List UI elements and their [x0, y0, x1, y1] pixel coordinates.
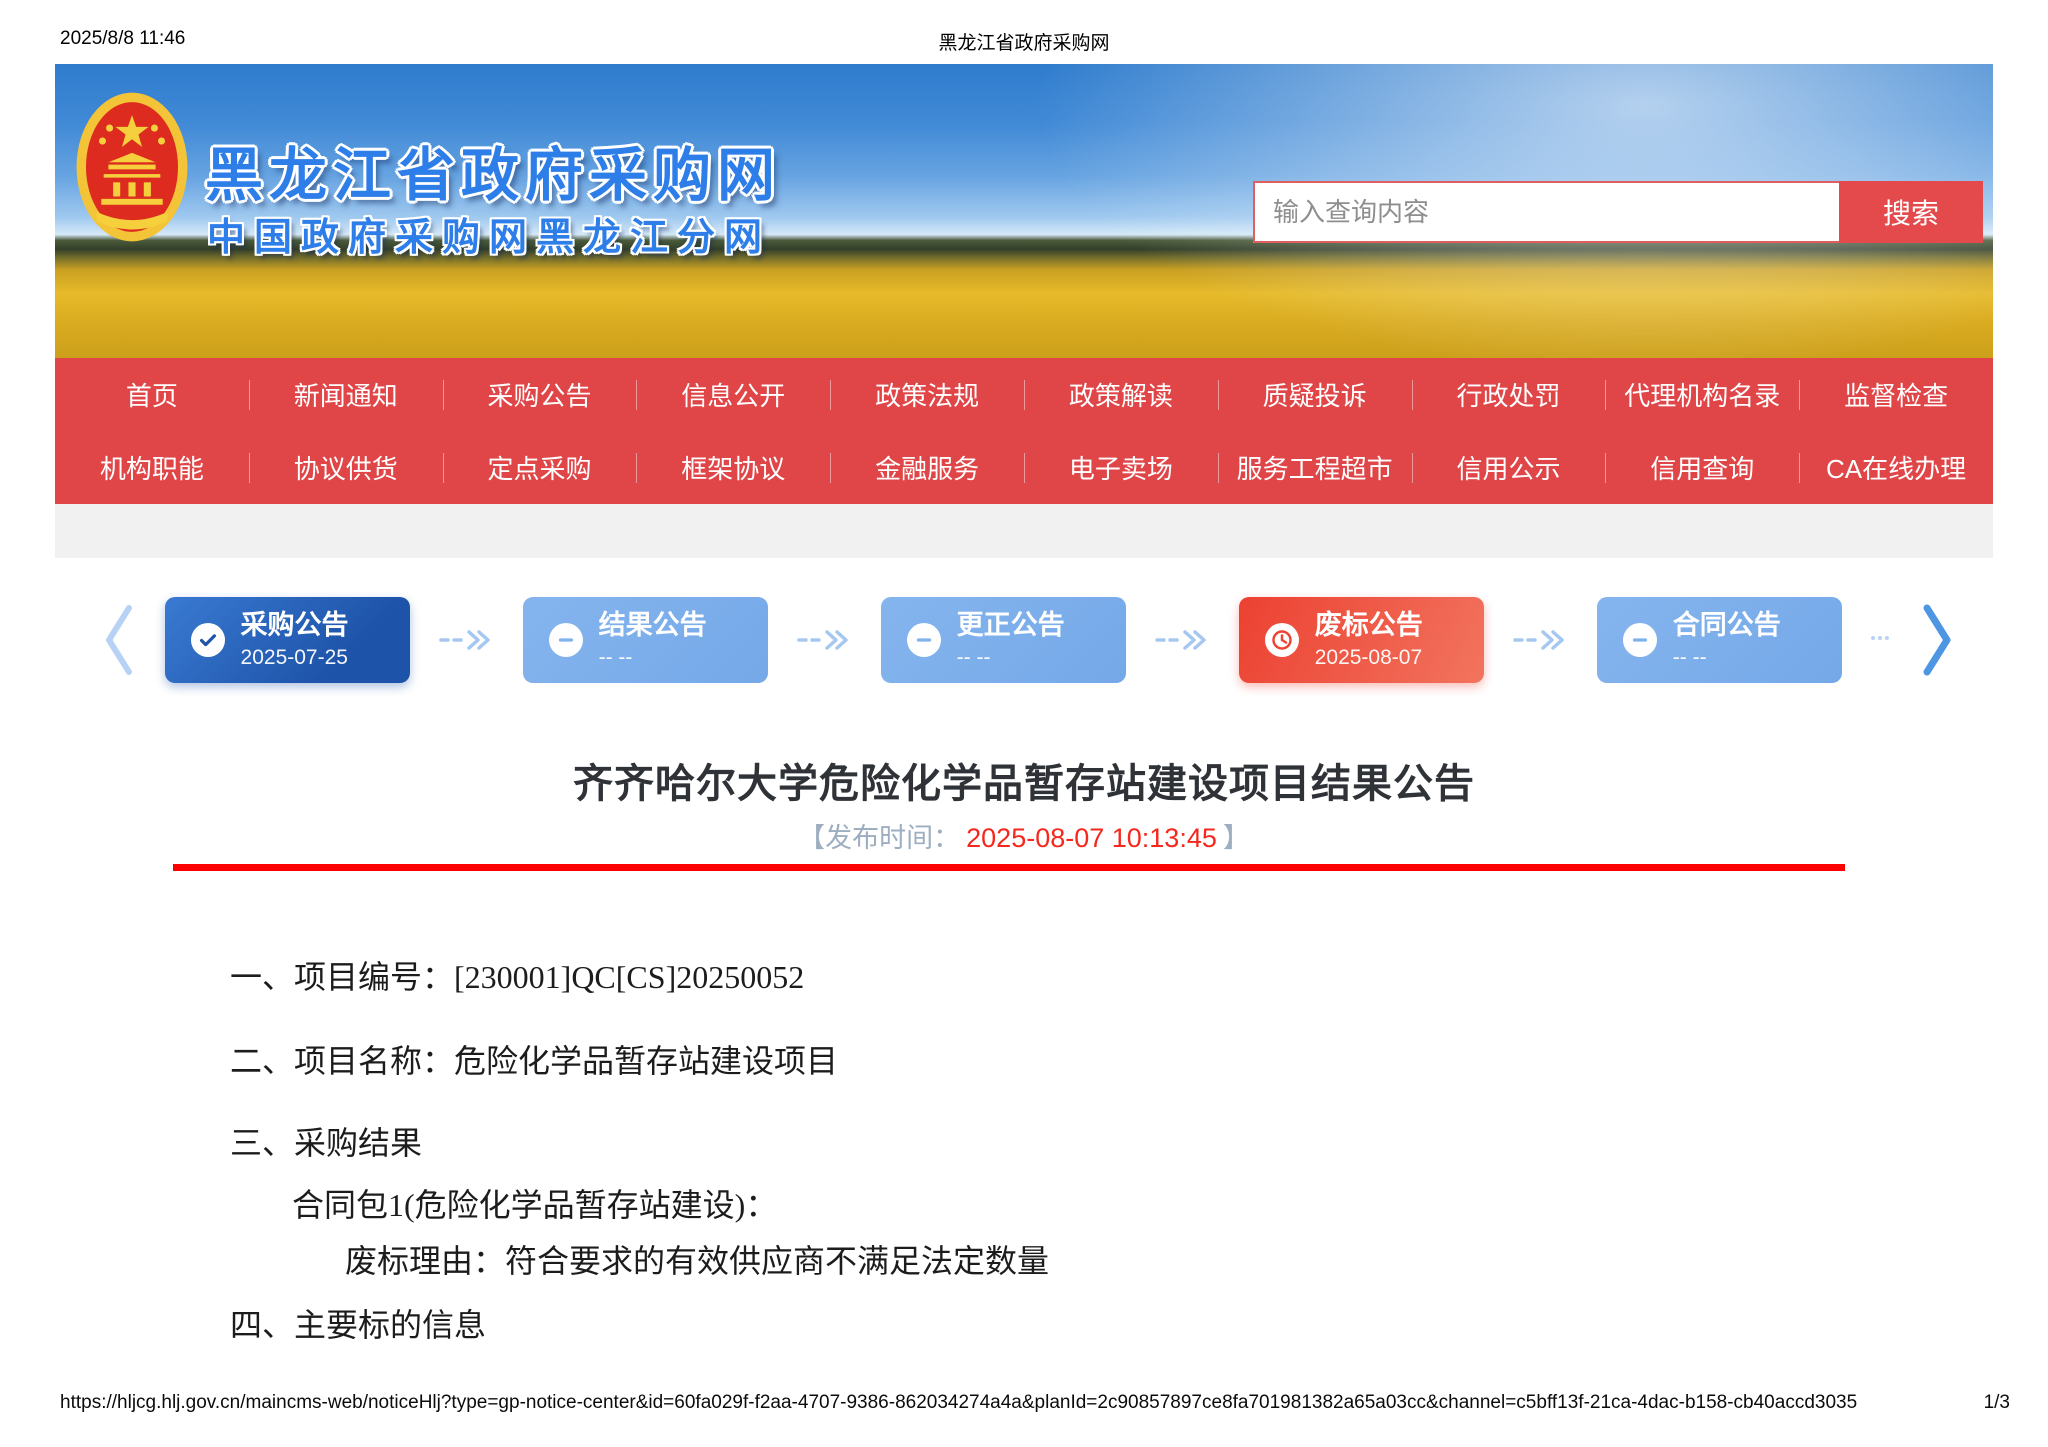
nav-item-credit-inquiry[interactable]: 信用查询: [1605, 449, 1799, 486]
nav-item-complaints[interactable]: 质疑投诉: [1218, 376, 1412, 413]
dashed-arrow-icon: [1155, 630, 1206, 650]
step-date: -- --: [598, 646, 633, 669]
nav-row-1: 首页 新闻通知 采购公告 信息公开 政策法规 政策解读 质疑投诉 行政处罚 代理…: [55, 358, 1993, 431]
national-emblem-icon: [76, 92, 188, 242]
article-line-contract-package: 合同包1(危险化学品暂存站建设)：: [292, 1187, 778, 1223]
nav-item-credit-publicity[interactable]: 信用公示: [1412, 449, 1606, 486]
page-indicator: 1/3: [1983, 1392, 2010, 1413]
dashed-arrow-icon: [439, 630, 490, 650]
nav-item-org-functions[interactable]: 机构职能: [55, 449, 249, 486]
step-date: 2025-08-07: [1314, 646, 1423, 669]
nav-item-info-disclosure[interactable]: 信息公开: [636, 376, 830, 413]
step-date: -- --: [1672, 646, 1707, 669]
red-divider: [173, 864, 1845, 871]
step-procurement-notice[interactable]: 采购公告 2025-07-25: [164, 597, 410, 683]
nav-item-ca-online[interactable]: CA在线办理: [1799, 449, 1993, 486]
article-line-project-name: 二、项目名称：危险化学品暂存站建设项目: [230, 1043, 839, 1079]
publish-label: 【发布时间：: [798, 823, 961, 853]
nav-item-procurement-notice[interactable]: 采购公告: [443, 376, 637, 413]
main-nav: 首页 新闻通知 采购公告 信息公开 政策法规 政策解读 质疑投诉 行政处罚 代理…: [55, 358, 1993, 504]
nav-item-policy-interpretation[interactable]: 政策解读: [1024, 376, 1218, 413]
next-arrow-button[interactable]: [1919, 602, 1953, 678]
check-circle-icon: [190, 623, 225, 657]
dash-icon: [1871, 636, 1890, 644]
nav-item-supervision[interactable]: 监督检查: [1799, 376, 1993, 413]
search-input[interactable]: [1253, 181, 1841, 243]
nav-item-framework-agreement[interactable]: 框架协议: [636, 449, 830, 486]
step-label: 结果公告: [598, 610, 707, 640]
step-date: 2025-07-25: [240, 646, 348, 669]
step-label: 合同公告: [1672, 610, 1781, 640]
print-page-title: 黑龙江省政府采购网: [938, 33, 1110, 54]
site-title: 黑龙江省政府采购网: [205, 143, 782, 208]
nav-item-e-marketplace[interactable]: 电子卖场: [1024, 449, 1218, 486]
site-subtitle: 中国政府采购网黑龙江分网: [207, 217, 772, 259]
print-header: 2025/8/8 11:46 黑龙江省政府采购网: [0, 28, 2048, 58]
nav-item-designated-procurement[interactable]: 定点采购: [443, 449, 637, 486]
nav-item-policy-laws[interactable]: 政策法规: [830, 376, 1024, 413]
header-banner: 黑龙江省政府采购网 中国政府采购网黑龙江分网 搜索: [55, 64, 1993, 358]
step-label: 更正公告: [956, 610, 1065, 640]
article-line-procurement-result: 三、采购结果: [230, 1125, 423, 1161]
article-line-project-number: 一、项目编号：[230001]QC[CS]20250052: [230, 959, 805, 995]
page: 2025/8/8 11:46 黑龙江省政府采购网 黑龙江省政府采购网 中国政府采…: [0, 0, 2048, 1447]
clock-icon: [1264, 623, 1299, 657]
search-button[interactable]: 搜索: [1839, 181, 1983, 243]
dashed-arrow-icon: [1513, 630, 1564, 650]
step-correction-notice[interactable]: 更正公告 -- --: [880, 597, 1126, 683]
step-label: 废标公告: [1314, 610, 1423, 640]
step-contract-notice[interactable]: 合同公告 -- --: [1596, 597, 1842, 683]
minus-circle-icon: [548, 623, 583, 657]
publish-suffix: 】: [1222, 823, 1250, 853]
nav-row-2: 机构职能 协议供货 定点采购 框架协议 金融服务 电子卖场 服务工程超市 信用公…: [55, 431, 1993, 504]
nav-item-service-project-mall[interactable]: 服务工程超市: [1218, 449, 1412, 486]
article-line-main-bid-info: 四、主要标的信息: [230, 1307, 487, 1343]
dashed-arrow-icon: [797, 630, 848, 650]
notice-timeline: 采购公告 2025-07-25 结果公告 -- -- 更正公告 -- -- 废标…: [55, 558, 1993, 722]
step-label: 采购公告: [240, 610, 349, 640]
nav-item-home[interactable]: 首页: [55, 376, 249, 413]
nav-item-financial-services[interactable]: 金融服务: [830, 449, 1024, 486]
minus-circle-icon: [1622, 623, 1657, 657]
nav-item-agreement-supply[interactable]: 协议供货: [249, 449, 443, 486]
footer-url: https://hljcg.hlj.gov.cn/maincms-web/not…: [60, 1392, 1858, 1413]
prev-arrow-button[interactable]: [101, 602, 135, 678]
step-cancellation-notice[interactable]: 废标公告 2025-08-07: [1238, 597, 1484, 683]
article-line-cancellation-reason: 废标理由：符合要求的有效供应商不满足法定数量: [345, 1243, 1050, 1279]
nav-item-news[interactable]: 新闻通知: [249, 376, 443, 413]
publish-time: 2025-08-07 10:13:45: [966, 823, 1217, 853]
step-date: -- --: [956, 646, 991, 669]
step-result-notice[interactable]: 结果公告 -- --: [522, 597, 768, 683]
gray-strip-divider: [55, 504, 1993, 558]
publish-time-row: 【发布时间： 2025-08-07 10:13:45】: [0, 816, 2048, 855]
nav-item-agency-directory[interactable]: 代理机构名录: [1605, 376, 1799, 413]
nav-item-admin-penalty[interactable]: 行政处罚: [1412, 376, 1606, 413]
minus-circle-icon: [906, 623, 941, 657]
article-title: 齐齐哈尔大学危险化学品暂存站建设项目结果公告: [573, 761, 1475, 806]
